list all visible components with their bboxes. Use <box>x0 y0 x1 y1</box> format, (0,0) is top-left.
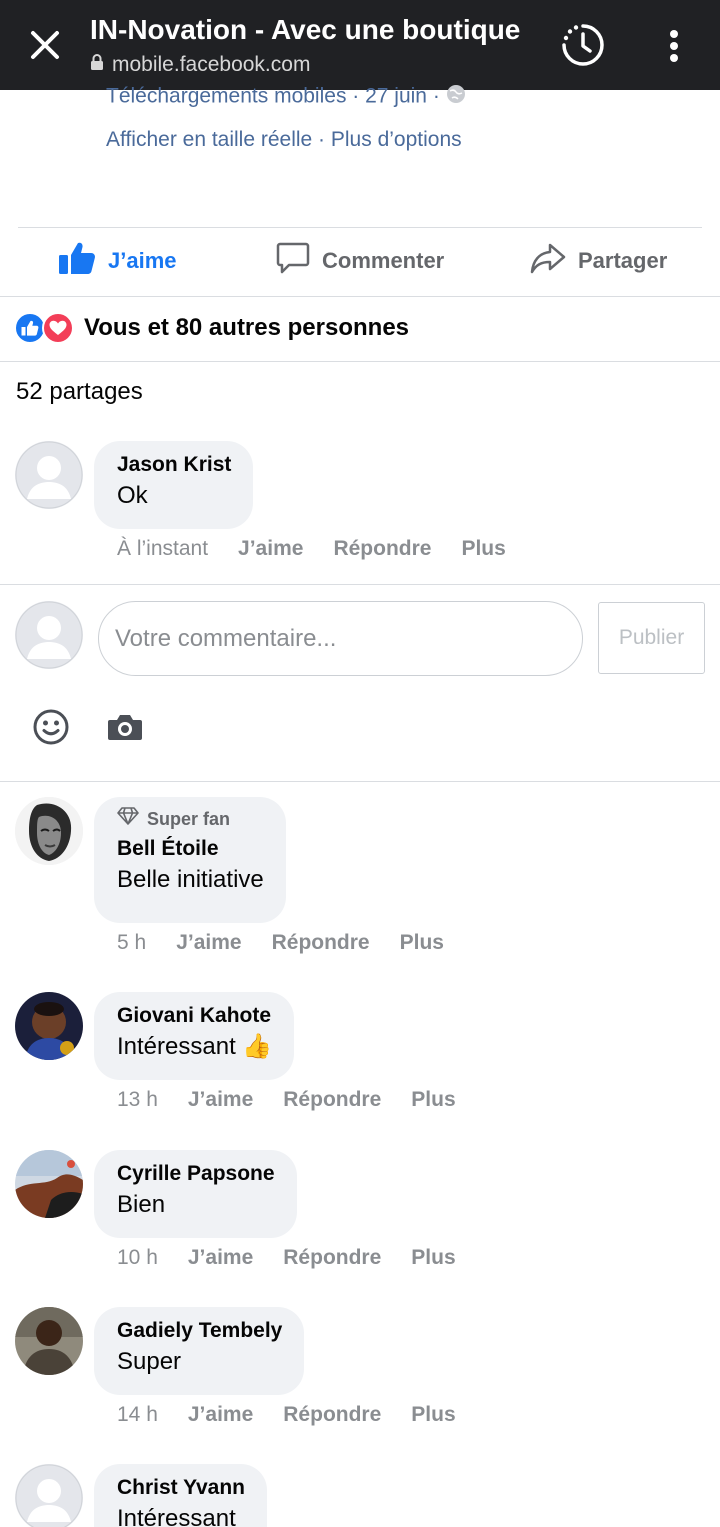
comment-actions: 13 h J’aime Répondre Plus <box>117 1088 456 1112</box>
comment-text: Belle initiative <box>117 866 264 893</box>
comment-time: 10 h <box>117 1246 158 1269</box>
super-fan-badge: Super fan <box>117 807 264 831</box>
comment-actions: À l’instant J’aime Répondre Plus <box>117 537 506 561</box>
divider <box>18 227 702 228</box>
comment-text-content: Intéressant <box>117 1033 236 1060</box>
comment-label: Commenter <box>322 248 445 273</box>
share-button[interactable]: Partager <box>530 240 667 282</box>
comment-text: Super <box>117 1348 182 1375</box>
comment-like-button[interactable]: J’aime <box>238 537 303 561</box>
comment-reply-button[interactable]: Répondre <box>272 931 370 955</box>
comment-author[interactable]: Gadiely Tembely <box>117 1317 282 1345</box>
comment-like-button[interactable]: J’aime <box>188 1246 253 1270</box>
comment-author[interactable]: Giovani Kahote <box>117 1002 272 1030</box>
browser-top-bar: IN-Novation - Avec une boutique mobile.f… <box>0 0 720 90</box>
comment-more-button[interactable]: Plus <box>411 1403 455 1427</box>
camera-icon[interactable] <box>107 712 143 742</box>
like-label: J’aime <box>108 248 177 273</box>
history-icon[interactable] <box>560 22 606 68</box>
comment-author[interactable]: Jason Krist <box>117 451 231 479</box>
comment-bubble[interactable]: Christ Yvann Intéressant <box>94 1464 267 1527</box>
comment-time: À l’instant <box>117 537 209 560</box>
current-user-avatar <box>15 601 83 669</box>
comment-text: Intéressant 👍 <box>117 1030 272 1064</box>
avatar[interactable] <box>15 1307 83 1375</box>
comment-like-button[interactable]: J’aime <box>188 1403 253 1427</box>
publish-button[interactable]: Publier <box>598 602 705 674</box>
comment-reply-button[interactable]: Répondre <box>283 1088 381 1112</box>
close-icon[interactable] <box>24 24 66 66</box>
thumbs-up-emoji: 👍 <box>242 1033 273 1060</box>
comment-text: Bien <box>117 1191 166 1218</box>
comment-text: Ok <box>117 482 148 509</box>
url-bar[interactable]: mobile.facebook.com <box>90 53 310 77</box>
avatar[interactable] <box>15 797 83 865</box>
post-links[interactable]: Afficher en taille réelle · Plus d’optio… <box>106 128 462 152</box>
reactions-count: Vous et 80 autres personnes <box>84 314 410 341</box>
comment-actions: 5 h J’aime Répondre Plus <box>117 931 444 955</box>
post-meta-text: Téléchargements mobiles · 27 juin · <box>106 84 440 108</box>
comment-bubble[interactable]: Jason Krist Ok <box>94 441 254 529</box>
comment-more-button[interactable]: Plus <box>411 1246 455 1270</box>
page-title: IN-Novation - Avec une boutique <box>90 14 521 45</box>
comment-icon <box>276 241 310 281</box>
comment-bubble[interactable]: Gadiely Tembely Super <box>94 1307 305 1395</box>
share-icon <box>530 242 566 280</box>
more-vert-icon[interactable] <box>662 24 686 68</box>
comment-time: 5 h <box>117 931 147 954</box>
like-button[interactable]: J’aime <box>58 240 177 282</box>
avatar[interactable] <box>15 992 83 1060</box>
comment-actions: 10 h J’aime Répondre Plus <box>117 1246 456 1270</box>
share-label: Partager <box>578 248 668 273</box>
comment-bubble[interactable]: Giovani Kahote Intéressant 👍 <box>94 992 295 1080</box>
url-text: mobile.facebook.com <box>112 53 311 76</box>
comment-like-button[interactable]: J’aime <box>176 931 241 955</box>
thumbs-up-icon <box>58 241 96 281</box>
shares-count[interactable]: 52 partages <box>16 378 143 406</box>
comment-input[interactable] <box>98 601 583 676</box>
comment-author[interactable]: Bell Étoile <box>117 835 264 863</box>
divider <box>0 296 720 297</box>
globe-icon <box>446 84 466 110</box>
comment-text: Intéressant <box>117 1505 236 1527</box>
reactions-summary[interactable]: Vous et 80 autres personnes <box>14 310 409 346</box>
comment-actions: 14 h J’aime Répondre Plus <box>117 1403 456 1427</box>
comment-more-button[interactable]: Plus <box>400 931 444 955</box>
divider <box>0 361 720 362</box>
avatar[interactable] <box>15 1150 83 1218</box>
comment-reply-button[interactable]: Répondre <box>333 537 431 561</box>
comment-reply-button[interactable]: Répondre <box>283 1246 381 1270</box>
comment-bubble[interactable]: Cyrille Papsone Bien <box>94 1150 297 1238</box>
comment-time: 13 h <box>117 1088 158 1111</box>
comment-more-button[interactable]: Plus <box>411 1088 455 1112</box>
divider <box>0 781 720 782</box>
comment-bubble[interactable]: Super fan Bell Étoile Belle initiative <box>94 797 286 923</box>
love-reaction-icon <box>42 312 74 344</box>
post-meta: Téléchargements mobiles · 27 juin · <box>106 84 466 110</box>
comment-button[interactable]: Commenter <box>276 240 444 282</box>
comment-author[interactable]: Christ Yvann <box>117 1474 245 1502</box>
divider <box>0 584 720 585</box>
comment-more-button[interactable]: Plus <box>461 537 505 561</box>
comment-time: 14 h <box>117 1403 158 1426</box>
comment-like-button[interactable]: J’aime <box>188 1088 253 1112</box>
avatar[interactable] <box>15 1464 83 1527</box>
comment-reply-button[interactable]: Répondre <box>283 1403 381 1427</box>
badge-label: Super fan <box>147 809 231 829</box>
avatar[interactable] <box>15 441 83 509</box>
lock-icon <box>90 53 104 77</box>
diamond-icon <box>117 807 139 831</box>
emoji-icon[interactable] <box>32 708 70 746</box>
comment-author[interactable]: Cyrille Papsone <box>117 1160 275 1188</box>
